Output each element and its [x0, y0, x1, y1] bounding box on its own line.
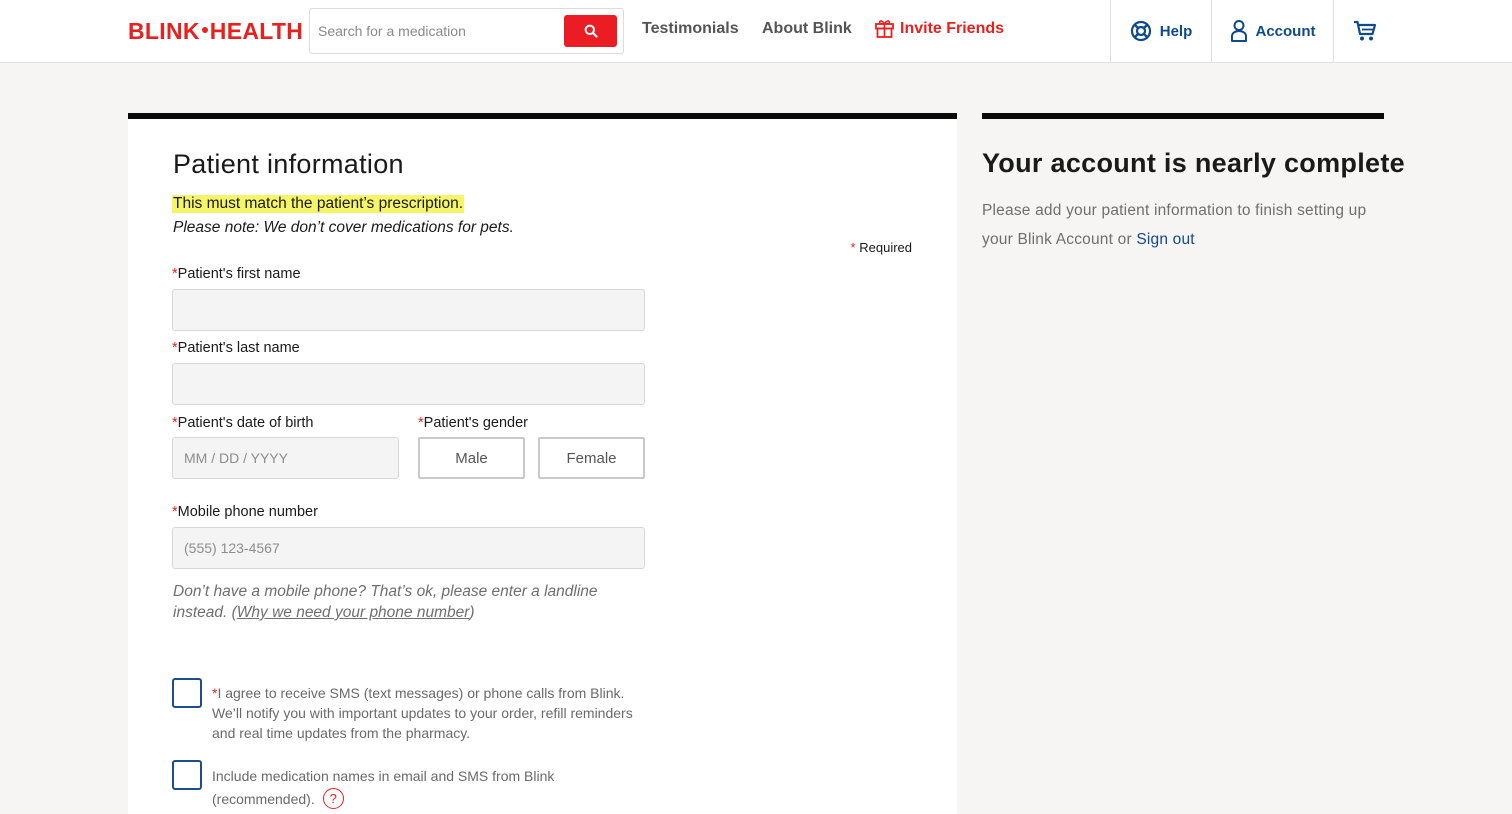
gender-female-button[interactable]: Female: [538, 437, 645, 479]
search-bar: [309, 8, 624, 54]
question-icon[interactable]: ?: [322, 787, 344, 809]
account-status-panel: Your account is nearly complete Please a…: [982, 113, 1405, 254]
logo-dot-icon: [201, 27, 208, 33]
patient-info-card: Patient information This must match the …: [128, 113, 957, 814]
first-name-label: *Patient's first name: [172, 266, 301, 282]
logo-i-letter: I: [159, 17, 166, 44]
required-legend: * Required: [850, 240, 912, 255]
nav-invite-friends[interactable]: Invite Friends: [875, 20, 1004, 38]
why-phone-link[interactable]: Why we need your phone number: [237, 604, 470, 621]
last-name-input[interactable]: [172, 363, 645, 405]
help-button[interactable]: Help: [1110, 0, 1211, 62]
sms-consent-checkbox[interactable]: [172, 678, 202, 708]
search-input[interactable]: [318, 15, 558, 47]
blink-health-logo[interactable]: BL I NK HEALTH: [128, 18, 303, 44]
search-button[interactable]: [564, 15, 617, 47]
account-status-text: Please add your patient information to f…: [982, 202, 1367, 248]
cart-button[interactable]: [1333, 0, 1395, 62]
account-button[interactable]: Account: [1211, 0, 1333, 62]
sms-consent-text: *I agree to receive SMS (text messages) …: [212, 685, 633, 741]
required-star: *: [850, 240, 856, 255]
account-status-title: Your account is nearly complete: [982, 148, 1405, 178]
phone-input[interactable]: [172, 527, 645, 569]
phone-helper-text: Don’t have a mobile phone? That’s ok, pl…: [173, 583, 598, 621]
gender-label: *Patient's gender: [418, 415, 528, 431]
pets-note: Please note: We don’t cover medications …: [173, 219, 514, 236]
nav-about-blink[interactable]: About Blink: [762, 20, 852, 38]
page-title: Patient information: [173, 149, 404, 179]
phone-label: *Mobile phone number: [172, 504, 318, 520]
include-medication-names-checkbox[interactable]: [172, 760, 202, 790]
first-name-input[interactable]: [172, 289, 645, 331]
cart-icon: [1353, 20, 1376, 41]
gender-male-button[interactable]: Male: [418, 437, 525, 479]
include-medication-names-text: Include medication names in email and SM…: [212, 768, 555, 809]
prescription-match-notice: This must match the patient’s prescripti…: [172, 195, 465, 213]
dob-label: *Patient's date of birth: [172, 415, 314, 431]
top-header: BLINKHEALTH Testimonials About Blink Inv…: [0, 0, 1512, 63]
sign-out-link[interactable]: Sign out: [1136, 231, 1194, 248]
nav-testimonials[interactable]: Testimonials: [642, 20, 739, 38]
lifebuoy-icon: [1130, 20, 1151, 42]
user-icon: [1230, 20, 1247, 42]
last-name-label: *Patient's last name: [172, 340, 300, 356]
dob-input[interactable]: [172, 437, 399, 479]
gift-icon: [875, 20, 894, 38]
search-icon: [584, 24, 598, 38]
